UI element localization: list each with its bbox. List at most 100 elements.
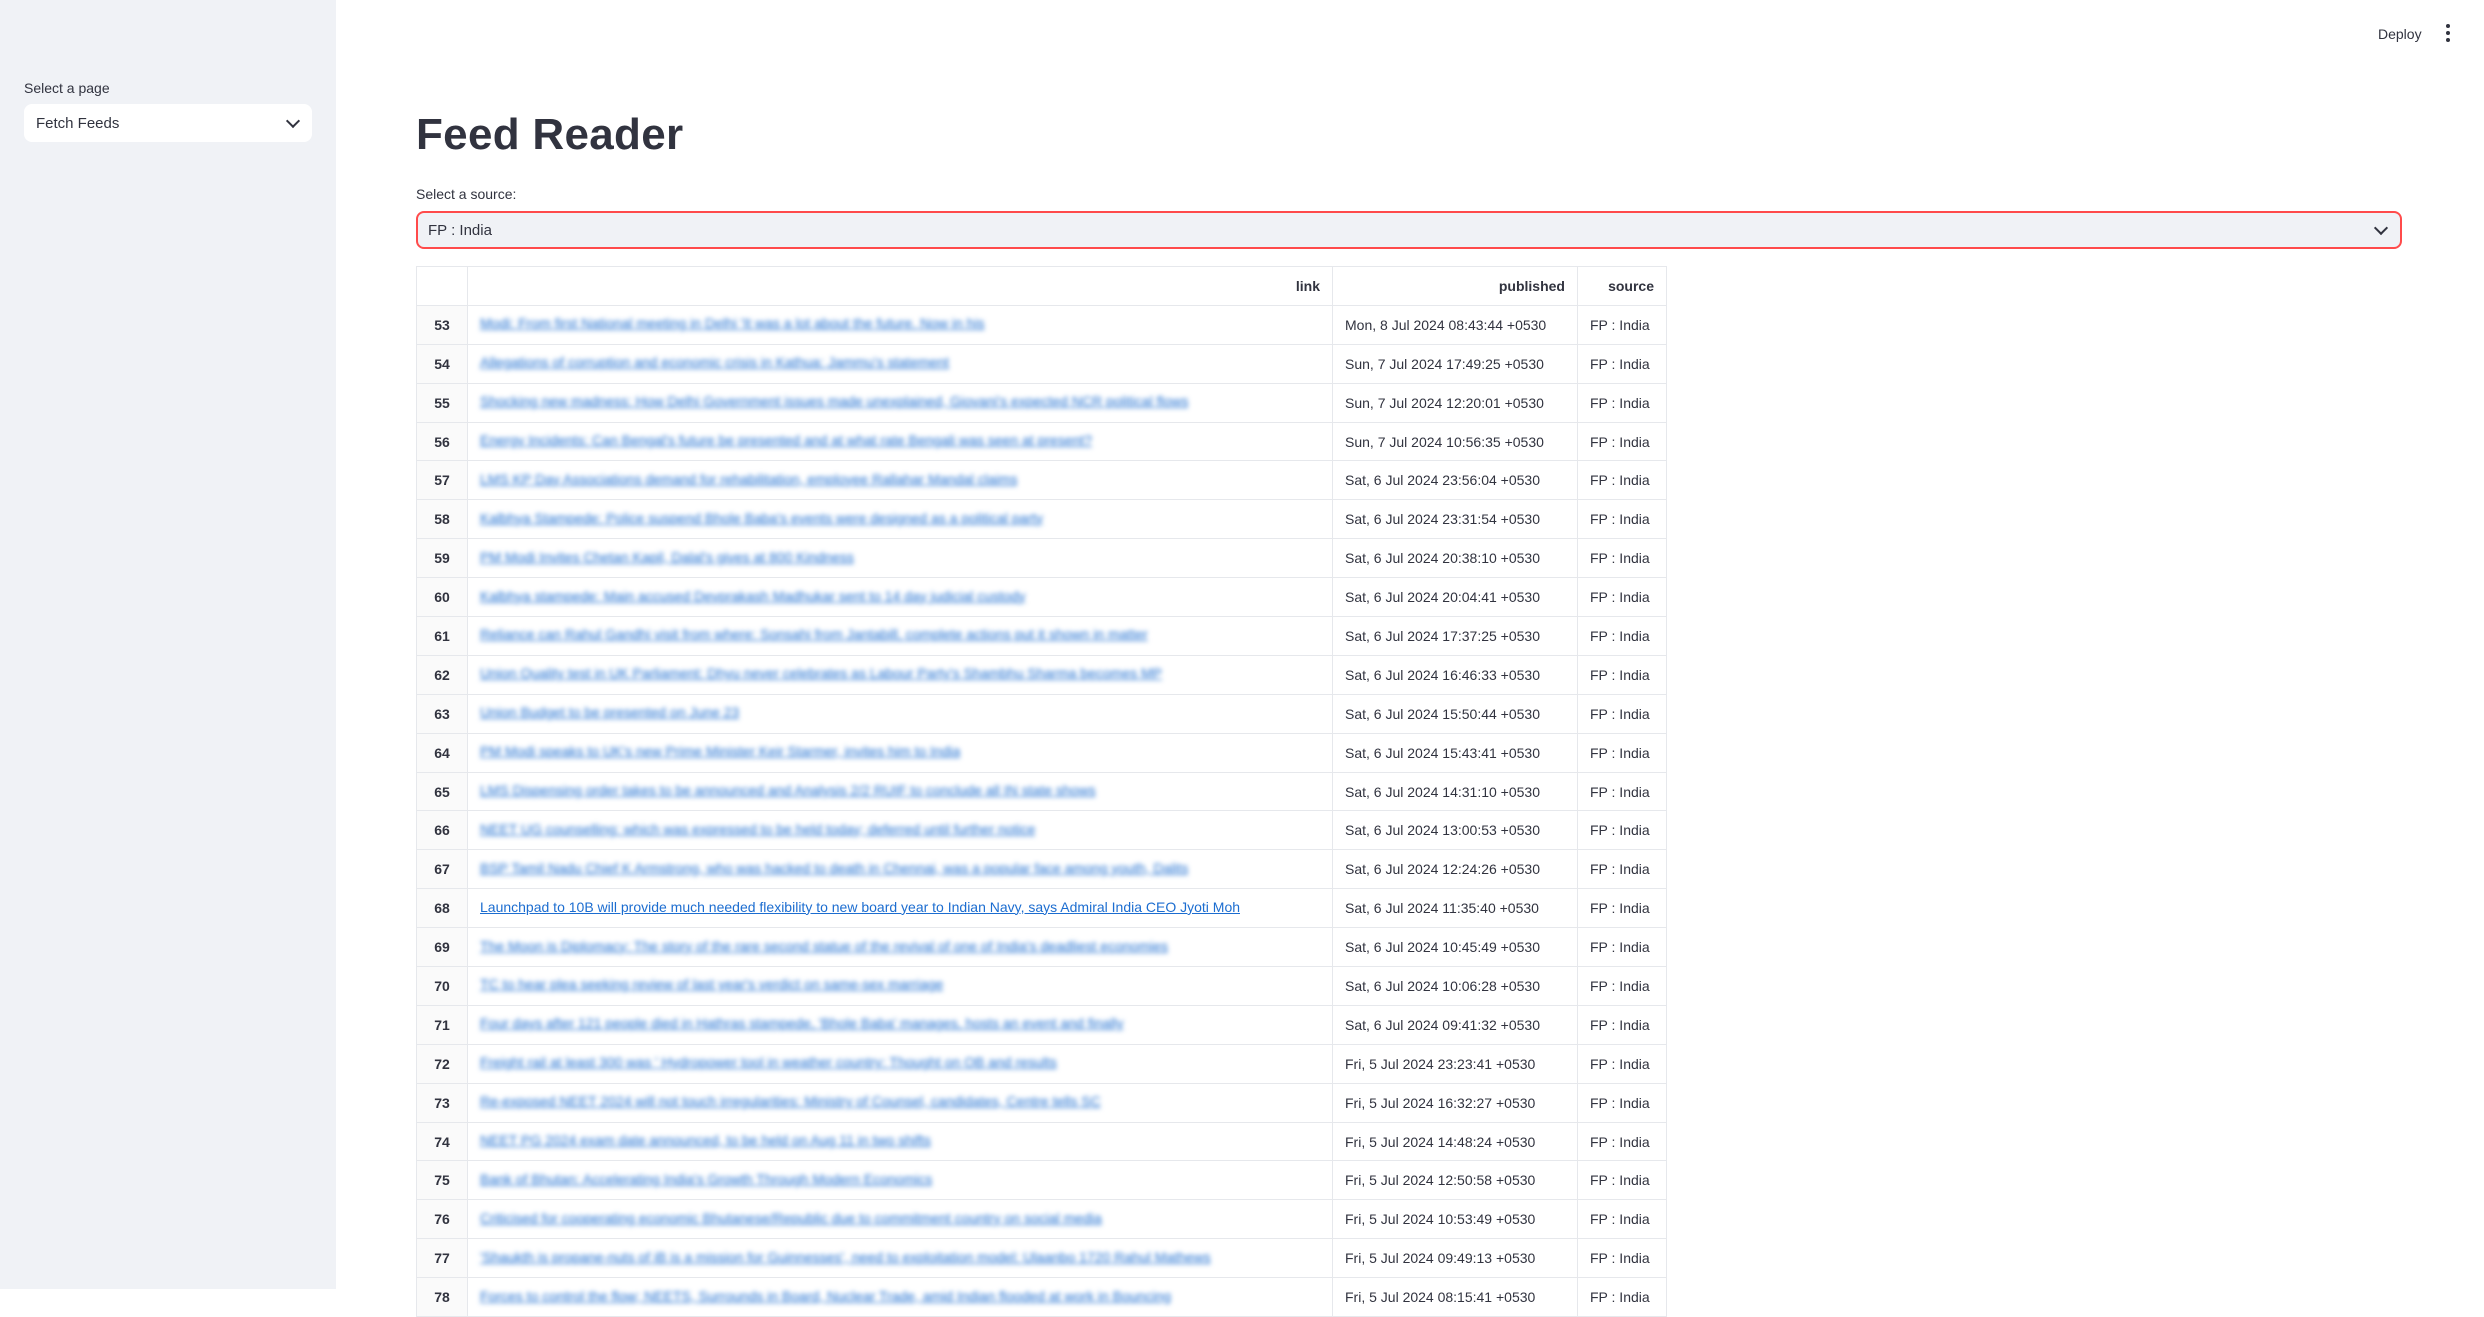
feed-link[interactable]: Bank of Bhutan: Accelerating India's Gro… (480, 1171, 932, 1187)
feed-link[interactable]: Modi: From first National meeting in Del… (480, 315, 985, 331)
published-cell: Sat, 6 Jul 2024 23:31:54 +0530 (1332, 499, 1578, 540)
source-cell: FP : India (1577, 732, 1667, 773)
source-cell: FP : India (1577, 1004, 1667, 1045)
feed-link[interactable]: Freight rail at least 300 was ' Hydropow… (480, 1054, 1057, 1070)
feed-link[interactable]: Kalbhya stampede: Main accused Devprakas… (480, 588, 1026, 604)
feed-link[interactable]: Launchpad to 10B will provide much neede… (480, 899, 1240, 915)
feed-link[interactable]: Kalbhya Stampede: Police suspend Bhole B… (480, 510, 1043, 526)
source-cell: FP : India (1577, 460, 1667, 501)
feed-link[interactable]: BSP Tamil Nadu Chief K Armstrong, who wa… (480, 860, 1188, 876)
link-cell: Forces to control the flow; NEETS, Surro… (467, 1277, 1333, 1317)
source-select[interactable]: FP : India (416, 211, 2402, 249)
link-cell: Energy Incidents: Can Bengal's future be… (467, 421, 1333, 462)
table-row: 70 TC to hear plea seeking review of last… (416, 966, 1667, 1006)
link-cell: Modi: From first National meeting in Del… (467, 304, 1333, 345)
row-index: 63 (416, 693, 468, 734)
row-index: 54 (416, 343, 468, 384)
published-cell: Sat, 6 Jul 2024 15:43:41 +0530 (1332, 732, 1578, 773)
source-cell: FP : India (1577, 577, 1667, 618)
column-header-published[interactable]: published (1332, 266, 1578, 306)
feed-link[interactable]: PM Modi speaks to UK's new Prime Ministe… (480, 743, 960, 759)
published-cell: Mon, 8 Jul 2024 08:43:44 +0530 (1332, 304, 1578, 345)
link-cell: Union Quality test in UK Parliament: Dhy… (467, 654, 1333, 695)
table-row: 76 Criticised for cooperating economic Bh… (416, 1199, 1667, 1240)
row-index: 72 (416, 1043, 468, 1084)
published-cell: Fri, 5 Jul 2024 14:48:24 +0530 (1332, 1121, 1578, 1162)
table-row: 60 Kalbhya stampede: Main accused Devprak… (416, 577, 1667, 618)
feed-table: link published source 53 Modi: From first… (416, 266, 1667, 1317)
published-cell: Fri, 5 Jul 2024 23:23:41 +0530 (1332, 1043, 1578, 1084)
source-cell: FP : India (1577, 771, 1667, 812)
table-row: 74 NEET PG 2024 exam date announced, to b… (416, 1121, 1667, 1162)
feed-link[interactable]: Shocking new madness: How Delhi Governme… (480, 393, 1188, 409)
table-row: 55 Shocking new madness: How Delhi Govern… (416, 382, 1667, 423)
feed-link[interactable]: Forces to control the flow; NEETS, Surro… (480, 1288, 1171, 1304)
published-cell: Sat, 6 Jul 2024 20:38:10 +0530 (1332, 538, 1578, 579)
feed-link[interactable]: 'Shaukth is propane-nuts of iB is a miss… (480, 1249, 1211, 1265)
row-index: 53 (416, 304, 468, 345)
source-cell: FP : India (1577, 1238, 1667, 1279)
published-cell: Sat, 6 Jul 2024 16:46:33 +0530 (1332, 654, 1578, 695)
published-cell: Fri, 5 Jul 2024 08:15:41 +0530 (1332, 1277, 1578, 1317)
feed-link[interactable]: Energy Incidents: Can Bengal's future be… (480, 432, 1092, 448)
source-cell: FP : India (1577, 693, 1667, 734)
feed-link[interactable]: Reliance can Rahul Gandhi visit from whe… (480, 626, 1148, 642)
source-select-label: Select a source: (416, 186, 517, 202)
feed-link[interactable]: LMS Dispensing order takes to be announc… (480, 782, 1096, 798)
column-header-source[interactable]: source (1577, 266, 1667, 306)
feed-link[interactable]: Four days after 121 people died in Hathr… (480, 1015, 1124, 1031)
source-cell: FP : India (1577, 1043, 1667, 1084)
row-index: 67 (416, 849, 468, 890)
feed-link[interactable]: LMS KP Day Associations demand for rehab… (480, 471, 1017, 487)
feed-link[interactable]: NEET UG counselling: which was expressed… (480, 821, 1035, 837)
feed-link[interactable]: Union Budget to be presented on June 23 (480, 704, 739, 720)
row-index: 69 (416, 927, 468, 968)
published-cell: Sat, 6 Jul 2024 20:04:41 +0530 (1332, 577, 1578, 618)
row-index: 58 (416, 499, 468, 540)
source-cell: FP : India (1577, 849, 1667, 890)
table-row: 75 Bank of Bhutan: Accelerating India's G… (416, 1160, 1667, 1201)
table-row: 58 Kalbhya Stampede: Police suspend Bhole… (416, 499, 1667, 540)
row-index: 66 (416, 810, 468, 851)
source-cell: FP : India (1577, 927, 1667, 968)
feed-link[interactable]: TC to hear plea seeking review of last y… (480, 976, 943, 992)
deploy-button[interactable]: Deploy (2370, 22, 2430, 46)
source-cell: FP : India (1577, 616, 1667, 656)
row-index: 60 (416, 577, 468, 618)
feed-link[interactable]: PM Modi Invites Chetan Kapil, Dalal's gi… (480, 549, 854, 565)
feed-link[interactable]: NEET PG 2024 exam date announced, to be … (480, 1132, 931, 1148)
table-row: 64 PM Modi speaks to UK's new Prime Minis… (416, 732, 1667, 773)
link-cell: NEET PG 2024 exam date announced, to be … (467, 1121, 1333, 1162)
row-index: 76 (416, 1199, 468, 1240)
row-index: 77 (416, 1238, 468, 1279)
row-index: 56 (416, 421, 468, 462)
table-row: 62 Union Quality test in UK Parliament: D… (416, 654, 1667, 695)
row-index: 70 (416, 966, 468, 1006)
feed-link[interactable]: Allegations of corruption and economic c… (480, 354, 949, 370)
link-cell: Launchpad to 10B will provide much neede… (467, 888, 1333, 929)
table-row: 56 Energy Incidents: Can Bengal's future … (416, 421, 1667, 462)
source-cell: FP : India (1577, 1277, 1667, 1317)
column-header-index[interactable] (416, 266, 468, 306)
table-row: 73 Re-exposed NEET 2024 will not touch ir… (416, 1082, 1667, 1123)
published-cell: Sat, 6 Jul 2024 11:35:40 +0530 (1332, 888, 1578, 929)
feed-link[interactable]: Re-exposed NEET 2024 will not touch irre… (480, 1093, 1101, 1109)
table-row: 71 Four days after 121 people died in Hat… (416, 1004, 1667, 1045)
more-options-icon[interactable] (2443, 22, 2453, 44)
link-cell: Kalbhya Stampede: Police suspend Bhole B… (467, 499, 1333, 540)
link-cell: NEET UG counselling: which was expressed… (467, 810, 1333, 851)
column-header-link[interactable]: link (467, 266, 1333, 306)
row-index: 73 (416, 1082, 468, 1123)
chevron-down-icon (285, 113, 301, 129)
row-index: 78 (416, 1277, 468, 1317)
published-cell: Fri, 5 Jul 2024 09:49:13 +0530 (1332, 1238, 1578, 1279)
feed-link[interactable]: Union Quality test in UK Parliament: Dhy… (480, 665, 1162, 681)
feed-link[interactable]: Criticised for cooperating economic Bhut… (480, 1210, 1102, 1226)
row-index: 62 (416, 654, 468, 695)
source-cell: FP : India (1577, 1160, 1667, 1201)
page-select[interactable]: Fetch Feeds (24, 104, 312, 142)
published-cell: Fri, 5 Jul 2024 16:32:27 +0530 (1332, 1082, 1578, 1123)
feed-link[interactable]: The Moon is Diplomacy: The story of the … (480, 938, 1168, 954)
row-index: 74 (416, 1121, 468, 1162)
sidebar: Select a page Fetch Feeds (0, 0, 336, 1289)
